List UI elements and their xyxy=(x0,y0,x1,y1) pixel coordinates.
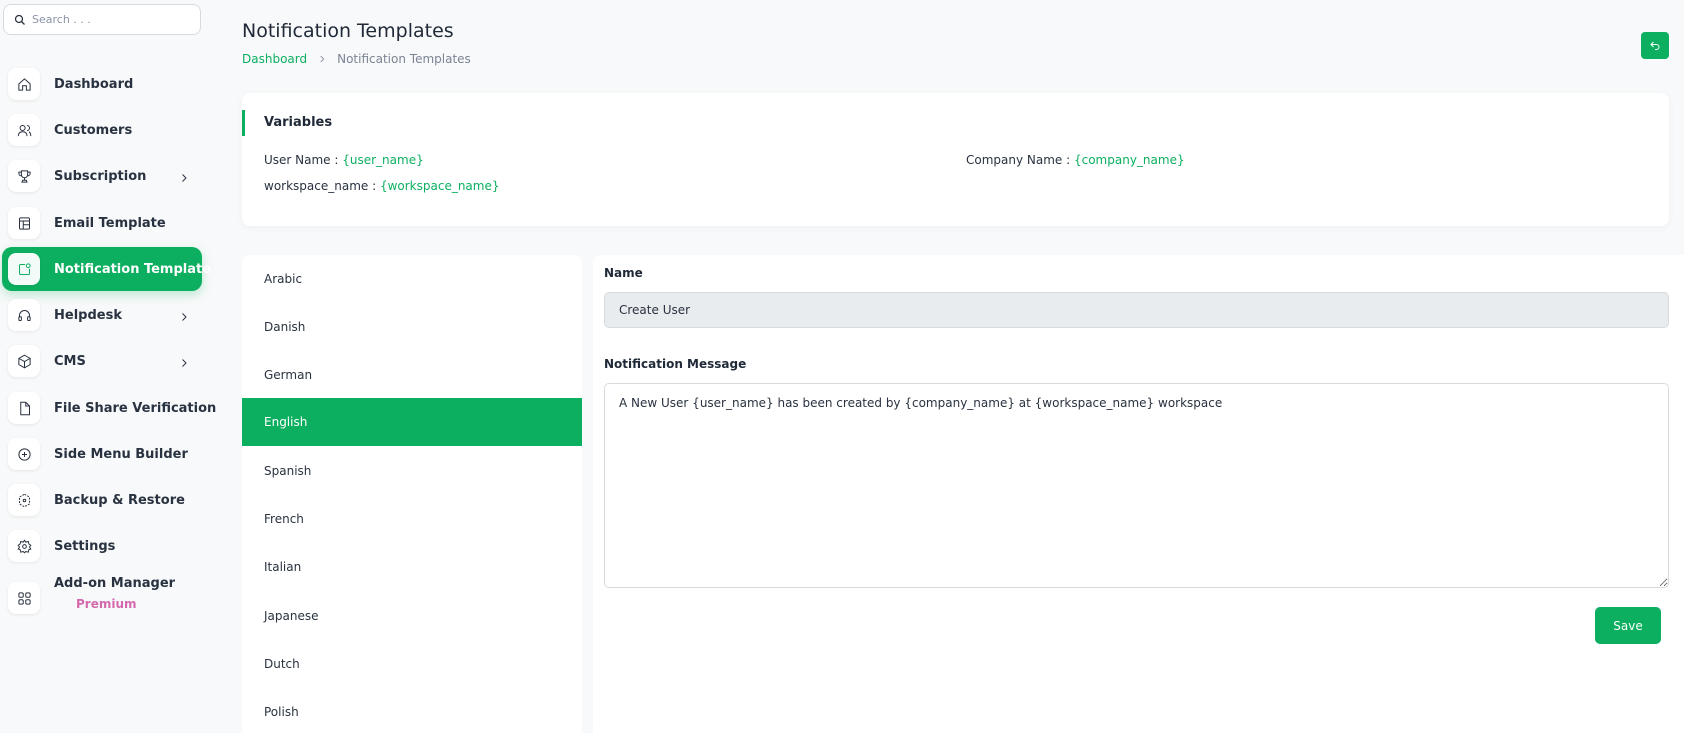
back-button[interactable] xyxy=(1641,32,1669,59)
sidebar-item-file-share-verification[interactable]: File Share Verification xyxy=(2,386,216,430)
variable-company-name: Company Name : {company_name} xyxy=(966,153,1185,167)
breadcrumb-dashboard-link[interactable]: Dashboard xyxy=(242,52,307,66)
sidebar-item-label: Settings xyxy=(54,538,116,554)
sidebar-item-label: Side Menu Builder xyxy=(54,446,188,462)
notification-icon xyxy=(18,262,31,275)
search-box[interactable] xyxy=(3,4,201,35)
sidebar-item-helpdesk[interactable]: Helpdesk xyxy=(2,293,202,337)
language-list: Arabic Danish German English Spanish Fre… xyxy=(242,255,582,733)
sidebar-item-label: Helpdesk xyxy=(54,307,122,323)
name-field[interactable] xyxy=(604,292,1669,328)
chevron-right-icon xyxy=(182,313,187,321)
sidebar-item-customers[interactable]: Customers xyxy=(2,108,202,152)
back-arrow-icon xyxy=(1650,41,1660,50)
sidebar-item-dashboard[interactable]: Dashboard xyxy=(2,62,202,106)
chevron-right-icon xyxy=(182,174,187,182)
sidebar-item-settings[interactable]: Settings xyxy=(2,524,202,568)
variable-token[interactable]: {user_name} xyxy=(342,153,423,167)
sidebar: Dashboard Customers Subscription Email T… xyxy=(0,0,216,733)
users-icon xyxy=(17,124,31,136)
cube-icon xyxy=(17,354,31,368)
headset-icon xyxy=(17,309,31,321)
backup-icon xyxy=(18,493,30,507)
sidebar-item-cms[interactable]: CMS xyxy=(2,339,202,383)
plus-circle-icon xyxy=(17,447,31,461)
sidebar-item-subscription[interactable]: Subscription xyxy=(2,154,202,198)
message-label: Notification Message xyxy=(604,357,747,371)
language-item[interactable]: Italian xyxy=(242,543,582,591)
language-item[interactable]: Polish xyxy=(242,688,582,733)
language-item[interactable]: Japanese xyxy=(242,592,582,640)
variable-label: User Name : xyxy=(264,153,343,167)
language-item[interactable]: Spanish xyxy=(242,447,582,495)
sidebar-item-label: File Share Verification xyxy=(54,400,217,416)
search-icon xyxy=(14,14,25,25)
sidebar-item-label: Notification Template xyxy=(54,261,212,277)
chevron-right-icon xyxy=(320,55,325,63)
variable-workspace-name: workspace_name : {workspace_name} xyxy=(264,179,500,193)
breadcrumb: Dashboard Notification Templates xyxy=(242,52,471,66)
variable-label: workspace_name : xyxy=(264,179,380,193)
sidebar-item-side-menu-builder[interactable]: Side Menu Builder xyxy=(2,432,202,476)
sidebar-item-label: Customers xyxy=(54,122,133,138)
template-icon xyxy=(18,216,30,230)
language-item[interactable]: Danish xyxy=(242,303,582,351)
notification-form: Name Notification Message A New User {us… xyxy=(593,255,1684,733)
save-button[interactable]: Save xyxy=(1595,607,1661,644)
search-input[interactable] xyxy=(32,13,192,26)
language-item-active[interactable]: English xyxy=(242,398,582,446)
breadcrumb-current: Notification Templates xyxy=(337,52,471,66)
language-item[interactable]: Arabic xyxy=(242,255,582,303)
premium-badge: Premium xyxy=(76,597,137,611)
variable-user-name: User Name : {user_name} xyxy=(264,153,424,167)
page-title: Notification Templates xyxy=(242,20,454,42)
variable-label: Company Name : xyxy=(966,153,1074,167)
sidebar-item-label: CMS xyxy=(54,353,86,369)
sidebar-item-notification-template[interactable]: Notification Template xyxy=(2,247,211,291)
gear-icon xyxy=(16,538,32,553)
variable-token[interactable]: {company_name} xyxy=(1074,153,1185,167)
name-label: Name xyxy=(604,266,643,280)
language-item[interactable]: French xyxy=(242,495,582,543)
sidebar-item-label: Backup & Restore xyxy=(54,492,185,508)
variables-title: Variables xyxy=(264,115,333,130)
apps-icon xyxy=(17,591,31,605)
variables-card: Variables User Name : {user_name} Compan… xyxy=(242,93,1669,226)
sidebar-item-email-template[interactable]: Email Template xyxy=(2,201,202,245)
file-icon xyxy=(19,401,30,415)
home-icon xyxy=(17,77,31,91)
trophy-icon xyxy=(17,169,31,183)
sidebar-item-label: Email Template xyxy=(54,215,166,231)
sidebar-item-backup-restore[interactable]: Backup & Restore xyxy=(2,478,202,522)
language-item[interactable]: German xyxy=(242,351,582,399)
sidebar-item-label: Add-on Manager xyxy=(54,576,176,591)
variable-token[interactable]: {workspace_name} xyxy=(380,179,500,193)
chevron-right-icon xyxy=(182,359,187,367)
notification-message-field[interactable]: A New User {user_name} has been created … xyxy=(604,383,1669,588)
card-accent-bar xyxy=(242,110,245,136)
language-item[interactable]: Dutch xyxy=(242,640,582,688)
sidebar-item-label: Dashboard xyxy=(54,76,134,92)
sidebar-item-addon-manager[interactable]: Add-on Manager Premium xyxy=(2,570,202,630)
sidebar-item-label: Subscription xyxy=(54,168,147,184)
